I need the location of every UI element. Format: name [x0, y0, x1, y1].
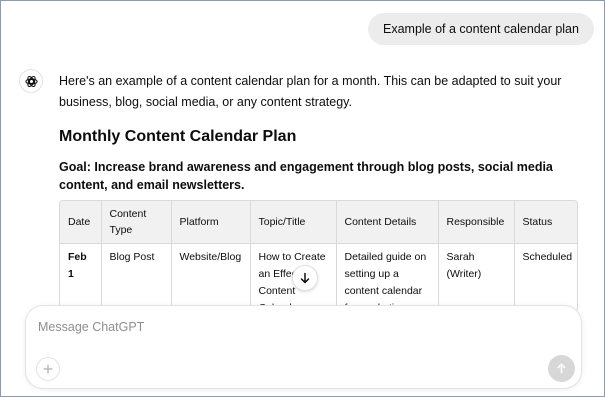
table-header-row: Date Content Type Platform Topic/Title C… — [60, 201, 577, 244]
column-header-content-details: Content Details — [336, 201, 439, 244]
arrow-up-icon — [557, 363, 566, 374]
send-button[interactable] — [548, 355, 575, 382]
cell-platform: Website/Blog — [171, 243, 251, 311]
assistant-intro-text: Here's an example of a content calendar … — [59, 74, 562, 109]
openai-logo-icon — [19, 69, 43, 93]
column-header-status: Status — [514, 201, 577, 244]
user-message-bubble: Example of a content calendar plan — [368, 13, 594, 45]
cell-status: Scheduled — [522, 250, 573, 263]
cell-responsible: Sarah (Writer) — [438, 243, 515, 311]
column-header-topic-title: Topic/Title — [250, 201, 337, 244]
scroll-to-bottom-button[interactable] — [292, 265, 318, 291]
content-calendar-table: Date Content Type Platform Topic/Title C… — [59, 200, 578, 312]
column-header-content-type: Content Type — [101, 201, 172, 244]
message-input[interactable] — [38, 316, 558, 338]
arrow-down-icon — [300, 272, 310, 284]
attach-button[interactable] — [36, 357, 60, 381]
goal-paragraph: Goal: Increase brand awareness and engag… — [59, 158, 579, 194]
assistant-heading: Monthly Content Calendar Plan — [59, 128, 297, 145]
cell-content-details: Detailed guide on setting up a content c… — [336, 243, 439, 311]
column-header-responsible: Responsible — [438, 201, 515, 244]
table-row: Feb 1 Blog Post Website/Blog How to Crea… — [60, 243, 577, 311]
column-header-date: Date — [60, 201, 102, 244]
message-composer — [25, 305, 582, 389]
column-header-platform: Platform — [171, 201, 251, 244]
cell-content-type: Blog Post — [101, 243, 172, 311]
plus-icon — [43, 364, 53, 374]
cell-date: Feb 1 — [60, 243, 102, 311]
chat-window: Example of a content calendar plan Here'… — [0, 0, 605, 397]
goal-label: Goal — [59, 160, 87, 174]
goal-text: : Increase brand awareness and engagemen… — [59, 160, 553, 192]
assistant-message: Here's an example of a content calendar … — [59, 71, 579, 194]
